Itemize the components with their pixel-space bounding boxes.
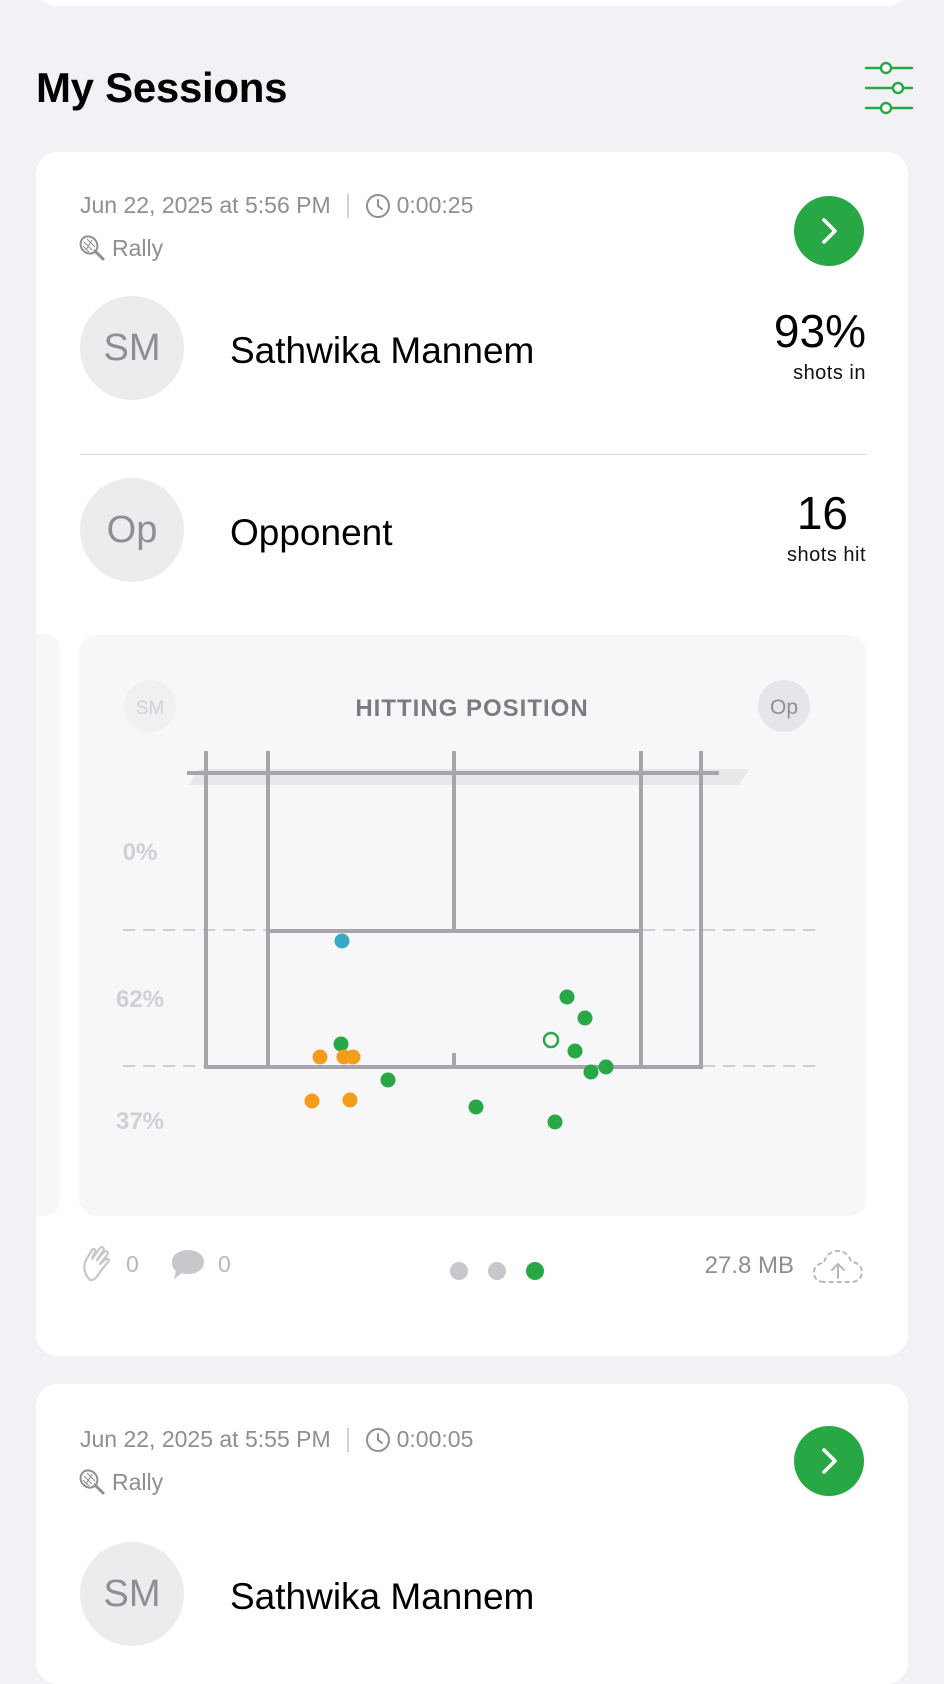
opponent-row: Op Opponent 16 shots hit <box>80 478 866 582</box>
chart-pager[interactable] <box>450 1262 544 1280</box>
open-session-button[interactable] <box>794 196 864 266</box>
claps[interactable]: 0 <box>80 1244 139 1284</box>
shots-in-label: shots in <box>793 362 866 384</box>
shot-point <box>598 1059 614 1075</box>
shot-point <box>312 1049 328 1065</box>
session-card[interactable]: Jun 22, 2025 at 5:56 PM 0:00:25 Rally SM… <box>36 152 908 1356</box>
comment-bubble-icon <box>172 1250 204 1279</box>
shot-point <box>345 1049 361 1065</box>
session-duration: 0:00:05 <box>396 1426 474 1452</box>
shot-point <box>304 1093 320 1109</box>
zone-label-top: 0% <box>123 839 158 866</box>
meta-divider <box>346 1427 349 1452</box>
claps-count: 0 <box>126 1250 139 1277</box>
session-type: Rally <box>78 1468 163 1496</box>
session-meta: Jun 22, 2025 at 5:56 PM 0:00:25 <box>80 192 473 219</box>
player-row: SM Sathwika Mannem 93% shots in <box>80 296 866 400</box>
hitting-position-chart[interactable]: SM Op HITTING POSITION 0% 62% 37% <box>79 635 866 1216</box>
shot-point <box>380 1072 396 1088</box>
shot-point <box>342 1092 358 1108</box>
session-card[interactable]: Jun 22, 2025 at 5:55 PM 0:00:05 Rally SM… <box>36 1384 908 1684</box>
divider <box>80 454 866 455</box>
meta-divider <box>346 193 349 218</box>
shot-point <box>333 1036 349 1052</box>
previous-card-edge <box>36 0 908 6</box>
avatar[interactable]: SM <box>80 1542 184 1646</box>
pager-dot-active[interactable] <box>526 1262 544 1280</box>
comments-count: 0 <box>218 1250 231 1277</box>
shot-point <box>559 989 575 1005</box>
chart-badge-right-label: Op <box>770 696 798 719</box>
session-type-label: Rally <box>112 234 164 261</box>
shot-point <box>468 1099 484 1115</box>
player-row: SM Sathwika Mannem <box>80 1542 866 1646</box>
open-session-button[interactable] <box>794 1426 864 1496</box>
pager-dot[interactable] <box>450 1262 468 1280</box>
previous-chart-page[interactable] <box>36 634 60 1216</box>
opponent-avatar[interactable]: Op <box>80 478 184 582</box>
comments[interactable]: 0 <box>168 1244 231 1284</box>
chart-canvas: SM Op HITTING POSITION 0% 62% 37% <box>116 680 822 1135</box>
shots-hit-label: shots hit <box>787 544 866 566</box>
sliders-icon[interactable] <box>856 60 916 120</box>
clapping-hands-icon <box>83 1246 110 1282</box>
tennis-racket-icon <box>79 235 105 261</box>
shot-points <box>304 933 614 1130</box>
shots-hit-value: 16 <box>796 487 848 539</box>
session-type-label: Rally <box>112 1468 164 1495</box>
player-name: Sathwika Mannem <box>230 330 535 371</box>
shot-point <box>547 1114 563 1130</box>
shots-hit-stat: 16 shots hit <box>787 486 866 567</box>
clock-icon <box>365 193 390 218</box>
opponent-name: Opponent <box>230 512 393 553</box>
court-lines <box>187 751 719 1069</box>
cloud-upload-icon[interactable] <box>810 1244 866 1290</box>
player-name: Sathwika Mannem <box>230 1576 535 1617</box>
avatar[interactable]: SM <box>80 296 184 400</box>
shot-point <box>334 933 350 949</box>
chart-badge-left-label: SM <box>136 698 165 719</box>
shot-point <box>567 1043 583 1059</box>
session-type: Rally <box>78 234 163 262</box>
shots-in-value: 93% <box>773 305 866 357</box>
file-size: 27.8 MB <box>704 1252 794 1279</box>
shots-in-stat: 93% shots in <box>774 304 866 385</box>
session-footer: 0 0 27.8 MB <box>80 1244 866 1292</box>
shot-point <box>577 1010 593 1026</box>
chevron-right-icon <box>822 218 837 244</box>
chart-title: HITTING POSITION <box>355 695 588 722</box>
clock-icon <box>365 1427 390 1452</box>
zone-label-bottom: 37% <box>116 1108 164 1135</box>
tennis-racket-icon <box>79 1469 105 1495</box>
zone-label-middle: 62% <box>116 986 164 1013</box>
session-date: Jun 22, 2025 at 5:55 PM <box>80 1426 331 1452</box>
page-title: My Sessions <box>36 64 288 111</box>
session-meta: Jun 22, 2025 at 5:55 PM 0:00:05 <box>80 1426 473 1453</box>
chevron-right-icon <box>822 1448 837 1474</box>
session-date: Jun 22, 2025 at 5:56 PM <box>80 192 331 218</box>
pager-dot[interactable] <box>488 1262 506 1280</box>
shot-point <box>583 1064 599 1080</box>
shot-point <box>542 1031 560 1049</box>
session-duration: 0:00:25 <box>396 192 474 218</box>
